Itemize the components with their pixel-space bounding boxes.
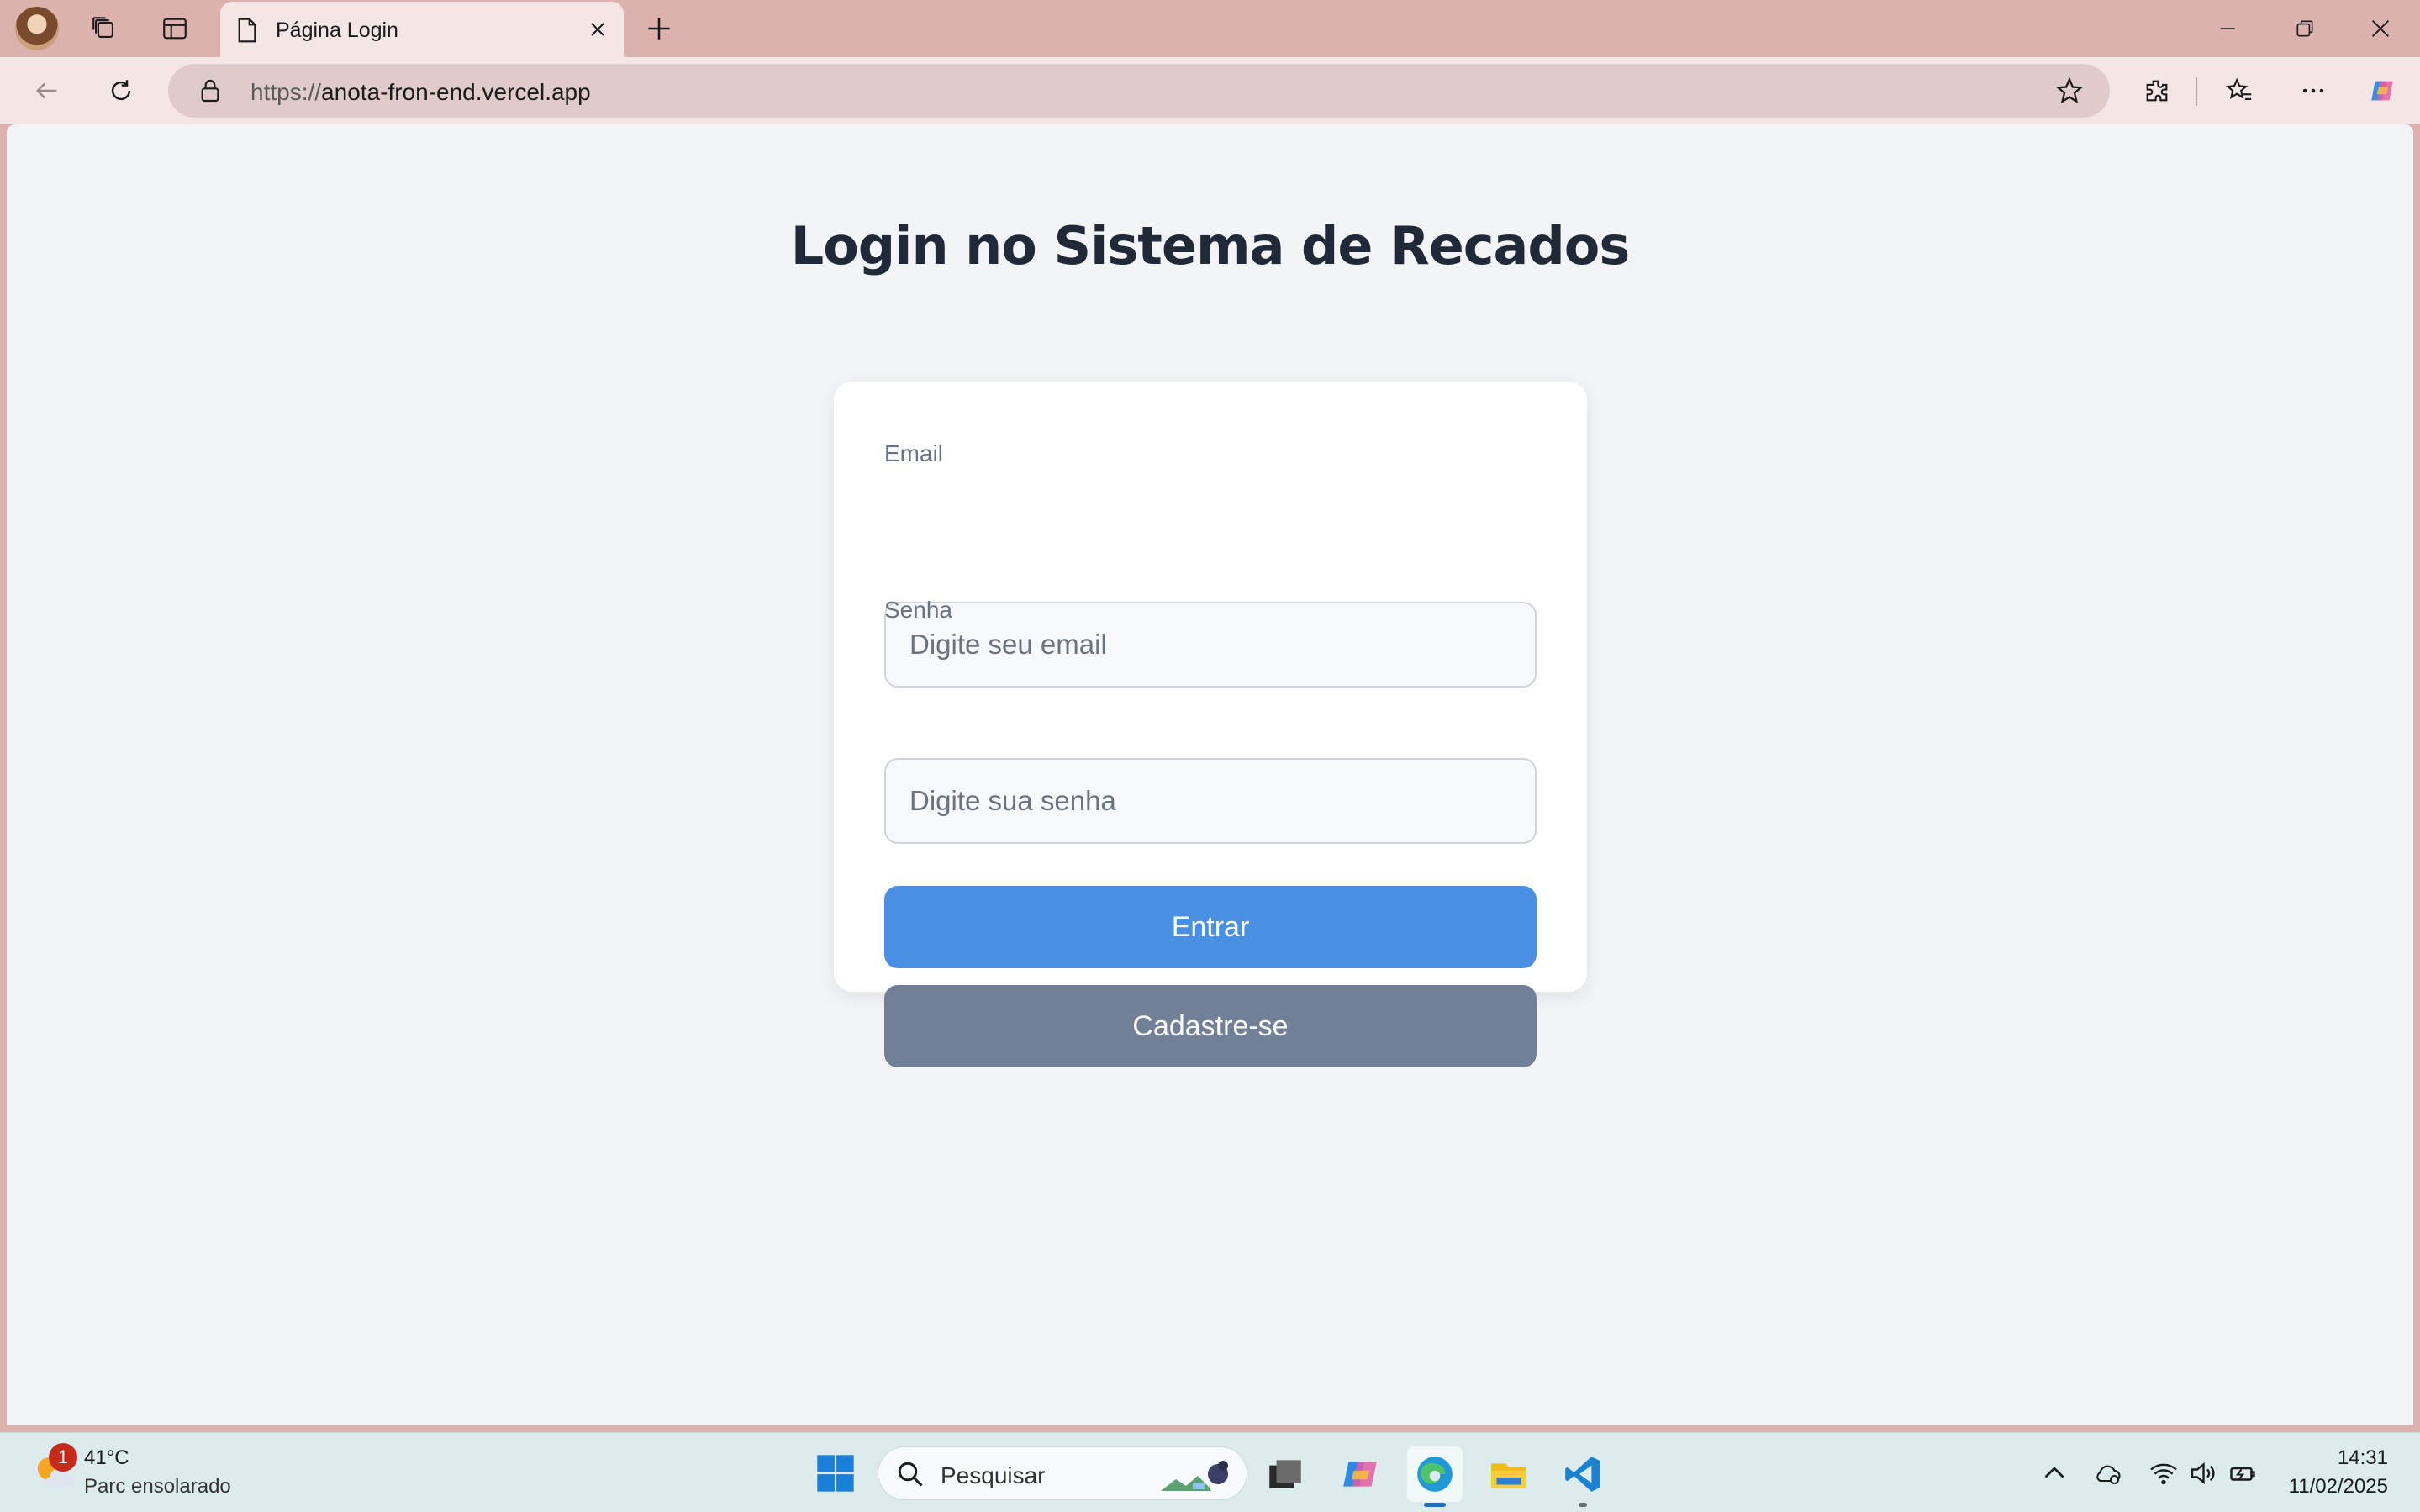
battery-charging-icon[interactable] — [2228, 1458, 2258, 1488]
wifi-icon[interactable] — [2148, 1458, 2179, 1488]
task-view-icon[interactable] — [1257, 1446, 1313, 1502]
windows-start-icon[interactable] — [814, 1451, 857, 1495]
more-options-icon[interactable] — [2291, 69, 2335, 113]
lock-icon[interactable] — [197, 77, 224, 104]
weather-notification-badge: 1 — [49, 1443, 77, 1472]
favorites-icon[interactable] — [2217, 69, 2261, 113]
weather-description[interactable]: Parc ensolarado — [84, 1475, 231, 1499]
vertical-tabs-icon[interactable] — [155, 8, 195, 49]
clock-time[interactable]: 14:31 — [2338, 1446, 2388, 1470]
search-placeholder: Pesquisar — [941, 1462, 1046, 1488]
extensions-icon[interactable] — [2135, 69, 2179, 113]
back-icon[interactable] — [25, 69, 69, 113]
chevron-up-icon[interactable] — [2039, 1458, 2069, 1488]
taskbar-search[interactable]: Pesquisar — [878, 1446, 1247, 1500]
address-bar[interactable]: https://anota-fron-end.vercel.app — [168, 64, 2110, 118]
clock-date[interactable]: 11/02/2025 — [2289, 1475, 2388, 1499]
url-text[interactable]: https://anota-fron-end.vercel.app — [250, 79, 591, 106]
browser-toolbar: https://anota-fron-end.vercel.app — [0, 57, 2420, 124]
login-card: Email Senha Entrar Cadastre-se — [834, 382, 1587, 1067]
search-highlight-illustration-icon — [1161, 1461, 1228, 1491]
edge-running-indicator — [1424, 1503, 1446, 1507]
email-label: Email — [884, 440, 944, 466]
restore-icon[interactable] — [2280, 7, 2330, 50]
vscode-icon[interactable] — [1555, 1446, 1611, 1507]
tab-pagina-login[interactable]: Página Login — [220, 2, 624, 57]
copilot-icon[interactable] — [2360, 69, 2404, 113]
toolbar-divider — [2196, 77, 2197, 106]
vscode-running-indicator — [1579, 1503, 1587, 1507]
minimize-icon[interactable] — [2202, 7, 2253, 50]
page-icon — [238, 18, 256, 43]
browser-tab-strip: Página Login — [0, 0, 2420, 57]
url-host: anota-fron-end.vercel.app — [321, 79, 591, 105]
tab-title: Página Login — [276, 18, 398, 42]
new-tab-icon[interactable] — [639, 8, 679, 49]
close-window-icon[interactable] — [2355, 7, 2406, 50]
page-title: Login no Sistema de Recados — [790, 215, 1631, 277]
collections-icon[interactable] — [84, 8, 124, 49]
signup-button[interactable]: Cadastre-se — [884, 985, 1537, 1067]
copilot-app-icon[interactable] — [1333, 1446, 1389, 1502]
password-field[interactable] — [884, 758, 1537, 844]
search-icon — [898, 1462, 923, 1487]
favorite-star-icon[interactable] — [2054, 76, 2085, 106]
windows-taskbar: 1 41°C Parc ensolarado Pesquisar 14:31 1… — [0, 1432, 2420, 1512]
close-tab-icon[interactable] — [583, 15, 612, 44]
onedrive-sync-icon[interactable] — [2093, 1458, 2123, 1488]
file-explorer-icon[interactable] — [1481, 1446, 1537, 1502]
volume-icon[interactable] — [2187, 1458, 2217, 1488]
page-viewport: Login no Sistema de Recados Email Senha … — [7, 124, 2413, 1425]
edge-browser-icon[interactable] — [1407, 1446, 1463, 1507]
password-label: Senha — [884, 597, 952, 623]
reload-icon[interactable] — [99, 69, 143, 113]
login-button[interactable]: Entrar — [884, 886, 1537, 968]
email-field[interactable] — [884, 602, 1537, 688]
profile-avatar[interactable] — [15, 7, 59, 50]
weather-temperature[interactable]: 41°C — [84, 1446, 129, 1470]
url-protocol: https:// — [250, 79, 322, 105]
